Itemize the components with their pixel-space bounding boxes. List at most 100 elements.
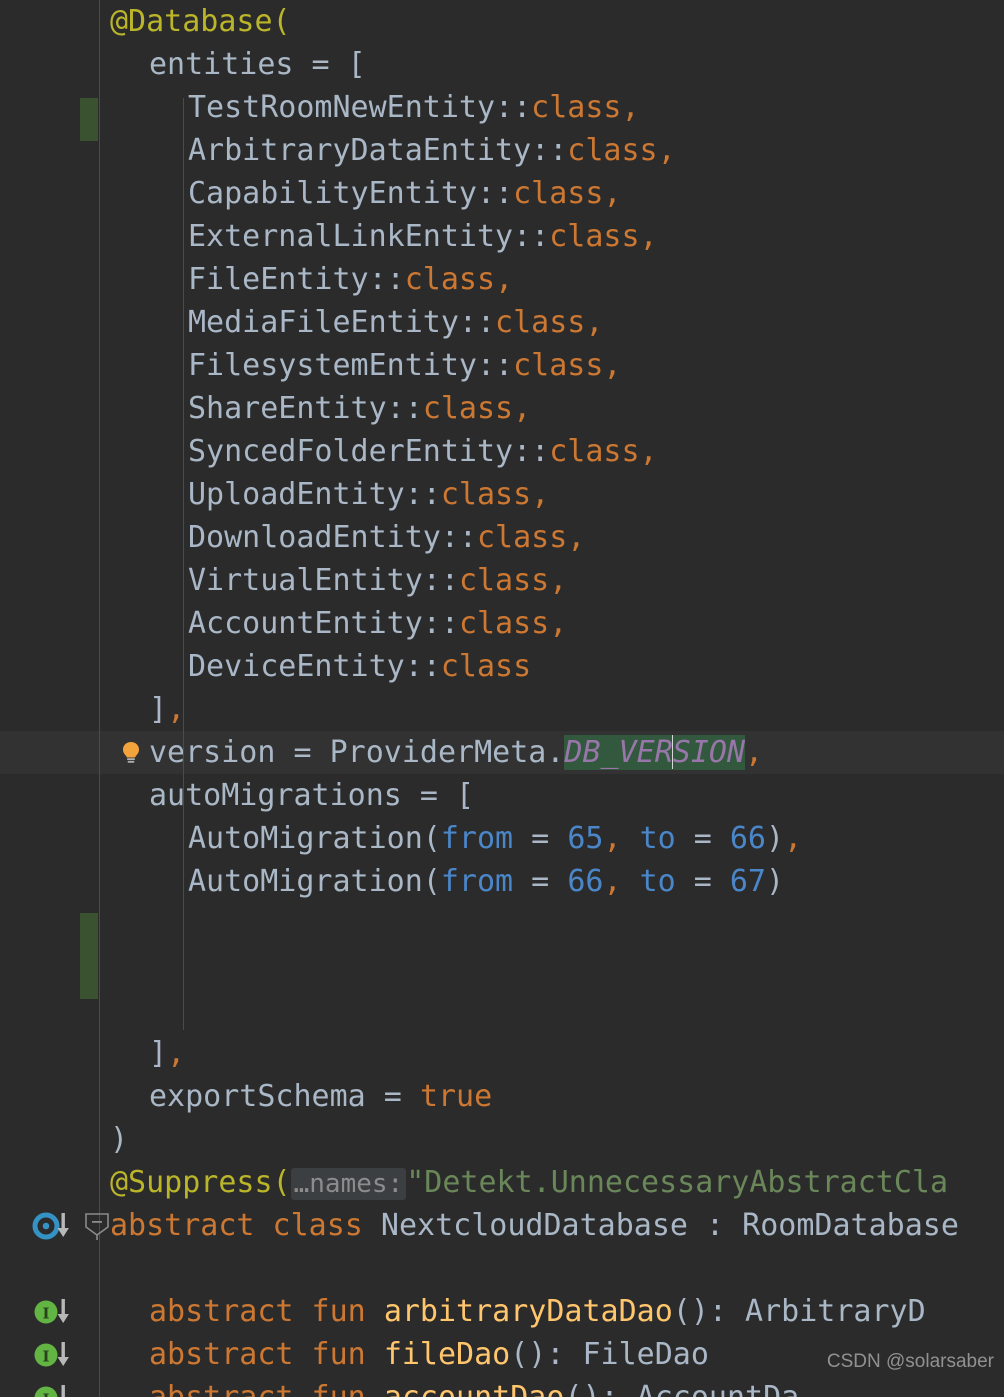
gutter[interactable]: 42: [0, 430, 100, 473]
gutter[interactable]: 44: [0, 516, 100, 559]
gutter[interactable]: 48: [0, 688, 100, 731]
intention-bulb-icon[interactable]: [120, 741, 142, 765]
vcs-change-marker[interactable]: [80, 98, 98, 141]
code-line[interactable]: 32 @Database(: [0, 0, 1004, 43]
code-text[interactable]: abstract fun arbitraryDataDao(): Arbitra…: [149, 1290, 926, 1333]
code-line[interactable]: 38 FileEntity::class,: [0, 258, 1004, 301]
gutter[interactable]: 50: [0, 774, 100, 817]
code-line[interactable]: 40 FilesystemEntity::class,: [0, 344, 1004, 387]
gutter[interactable]: 38: [0, 258, 100, 301]
code-text[interactable]: autoMigrations = [: [149, 774, 474, 817]
gutter[interactable]: 61: [0, 1247, 100, 1290]
code-line[interactable]: 55: [0, 989, 1004, 1032]
code-text[interactable]: TestRoomNewEntity::class,: [188, 86, 640, 129]
code-text[interactable]: ],: [149, 1032, 185, 1075]
code-line[interactable]: 64I abstract fun accountDao(): AccountDa: [0, 1376, 1004, 1397]
code-line[interactable]: 61: [0, 1247, 1004, 1290]
code-line[interactable]: 34TestRoomNewEntity::class,: [0, 86, 1004, 129]
gutter[interactable]: 62I: [0, 1290, 100, 1333]
code-token: @Suppress(: [110, 1165, 291, 1200]
code-line[interactable]: 42 SyncedFolderEntity::class,: [0, 430, 1004, 473]
code-line[interactable]: 36 CapabilityEntity::class,: [0, 172, 1004, 215]
code-text[interactable]: version = ProviderMeta.DB_VERSION,: [149, 731, 763, 774]
implemented-member-icon[interactable]: I: [32, 1384, 90, 1397]
code-text[interactable]: @Suppress(…names: "Detekt.UnnecessaryAbst…: [110, 1161, 948, 1204]
code-text[interactable]: MediaFileEntity::class,: [188, 301, 603, 344]
code-text[interactable]: AccountEntity::class,: [188, 602, 567, 645]
code-line[interactable]: 58): [0, 1118, 1004, 1161]
code-text[interactable]: ): [110, 1118, 128, 1161]
gutter[interactable]: 32: [0, 0, 100, 43]
gutter[interactable]: 51: [0, 817, 100, 860]
code-line[interactable]: 41 ShareEntity::class,: [0, 387, 1004, 430]
gutter[interactable]: 47: [0, 645, 100, 688]
code-line[interactable]: 53: [0, 903, 1004, 946]
gutter[interactable]: 52: [0, 860, 100, 903]
code-text[interactable]: exportSchema = true: [149, 1075, 492, 1118]
code-text[interactable]: ExternalLinkEntity::class,: [188, 215, 658, 258]
gutter[interactable]: 58: [0, 1118, 100, 1161]
code-text[interactable]: DeviceEntity::class: [188, 645, 531, 688]
implemented-member-icon[interactable]: I: [32, 1341, 90, 1369]
code-text[interactable]: FileEntity::class,: [188, 258, 513, 301]
code-text[interactable]: abstract class NextcloudDatabase : RoomD…: [110, 1204, 959, 1247]
gutter[interactable]: 49: [0, 731, 139, 774]
vcs-change-marker[interactable]: [80, 913, 98, 999]
code-line[interactable]: 60abstract class NextcloudDatabase : Roo…: [0, 1204, 1004, 1247]
gutter[interactable]: 39: [0, 301, 100, 344]
code-line[interactable]: 43 UploadEntity::class,: [0, 473, 1004, 516]
code-text[interactable]: entities = [: [149, 43, 366, 86]
code-line[interactable]: 44 DownloadEntity::class,: [0, 516, 1004, 559]
code-line[interactable]: 49version = ProviderMeta.DB_VERSION,: [0, 731, 1004, 774]
code-text[interactable]: SyncedFolderEntity::class,: [188, 430, 658, 473]
code-text[interactable]: ShareEntity::class,: [188, 387, 531, 430]
code-text[interactable]: abstract fun fileDao(): FileDao: [149, 1333, 709, 1376]
code-text[interactable]: abstract fun accountDao(): AccountDa: [149, 1376, 799, 1397]
code-editor[interactable]: 32 @Database(33 entities = [34TestRoomNewE…: [0, 0, 1004, 1397]
code-line[interactable]: 62I abstract fun arbitraryDataDao(): Arbi…: [0, 1290, 1004, 1333]
code-line[interactable]: 37 ExternalLinkEntity::class,: [0, 215, 1004, 258]
gutter[interactable]: 36: [0, 172, 100, 215]
gutter[interactable]: 33: [0, 43, 100, 86]
code-line[interactable]: 33 entities = [: [0, 43, 1004, 86]
code-token: SyncedFolderEntity::: [188, 434, 550, 469]
code-line[interactable]: 54: [0, 946, 1004, 989]
code-line[interactable]: 59@Suppress(…names:"Detekt.UnnecessaryAb…: [0, 1161, 1004, 1204]
code-line[interactable]: 51 AutoMigration(from = 65, to = 66),: [0, 817, 1004, 860]
gutter[interactable]: 56: [0, 1032, 100, 1075]
code-line[interactable]: 50 autoMigrations = [: [0, 774, 1004, 817]
gutter[interactable]: 46: [0, 602, 100, 645]
code-line[interactable]: 45 VirtualEntity::class,: [0, 559, 1004, 602]
code-text[interactable]: DownloadEntity::class,: [188, 516, 585, 559]
gutter[interactable]: 40: [0, 344, 100, 387]
code-text[interactable]: VirtualEntity::class,: [188, 559, 567, 602]
code-text[interactable]: AutoMigration(from = 65, to = 66),: [188, 817, 802, 860]
code-line[interactable]: 35ArbitraryDataEntity::class,: [0, 129, 1004, 172]
implemented-member-icon[interactable]: I: [32, 1298, 90, 1326]
code-text[interactable]: ArbitraryDataEntity::class,: [188, 129, 676, 172]
code-text[interactable]: FilesystemEntity::class,: [188, 344, 621, 387]
gutter[interactable]: 45: [0, 559, 100, 602]
code-text[interactable]: AutoMigration(from = 66, to = 67): [188, 860, 784, 903]
code-text[interactable]: UploadEntity::class,: [188, 473, 549, 516]
code-text[interactable]: ],: [149, 688, 185, 731]
code-line[interactable]: 48],: [0, 688, 1004, 731]
overridden-member-icon[interactable]: [32, 1212, 90, 1240]
gutter[interactable]: 63I: [0, 1333, 100, 1376]
code-text[interactable]: CapabilityEntity::class,: [188, 172, 621, 215]
gutter[interactable]: 59: [0, 1161, 100, 1204]
gutter[interactable]: 37: [0, 215, 100, 258]
code-line[interactable]: 57 exportSchema = true: [0, 1075, 1004, 1118]
code-line[interactable]: 52 AutoMigration(from = 66, to = 67): [0, 860, 1004, 903]
gutter[interactable]: 60: [0, 1204, 109, 1247]
code-line[interactable]: 56],: [0, 1032, 1004, 1075]
code-line[interactable]: 39 MediaFileEntity::class,: [0, 301, 1004, 344]
code-fold-marker-icon[interactable]: [84, 1212, 110, 1240]
gutter[interactable]: 43: [0, 473, 100, 516]
code-line[interactable]: 46 AccountEntity::class,: [0, 602, 1004, 645]
code-line[interactable]: 47 DeviceEntity::class: [0, 645, 1004, 688]
gutter[interactable]: 41: [0, 387, 100, 430]
gutter[interactable]: 64I: [0, 1376, 100, 1397]
gutter[interactable]: 57: [0, 1075, 100, 1118]
code-text[interactable]: @Database(: [110, 0, 291, 43]
